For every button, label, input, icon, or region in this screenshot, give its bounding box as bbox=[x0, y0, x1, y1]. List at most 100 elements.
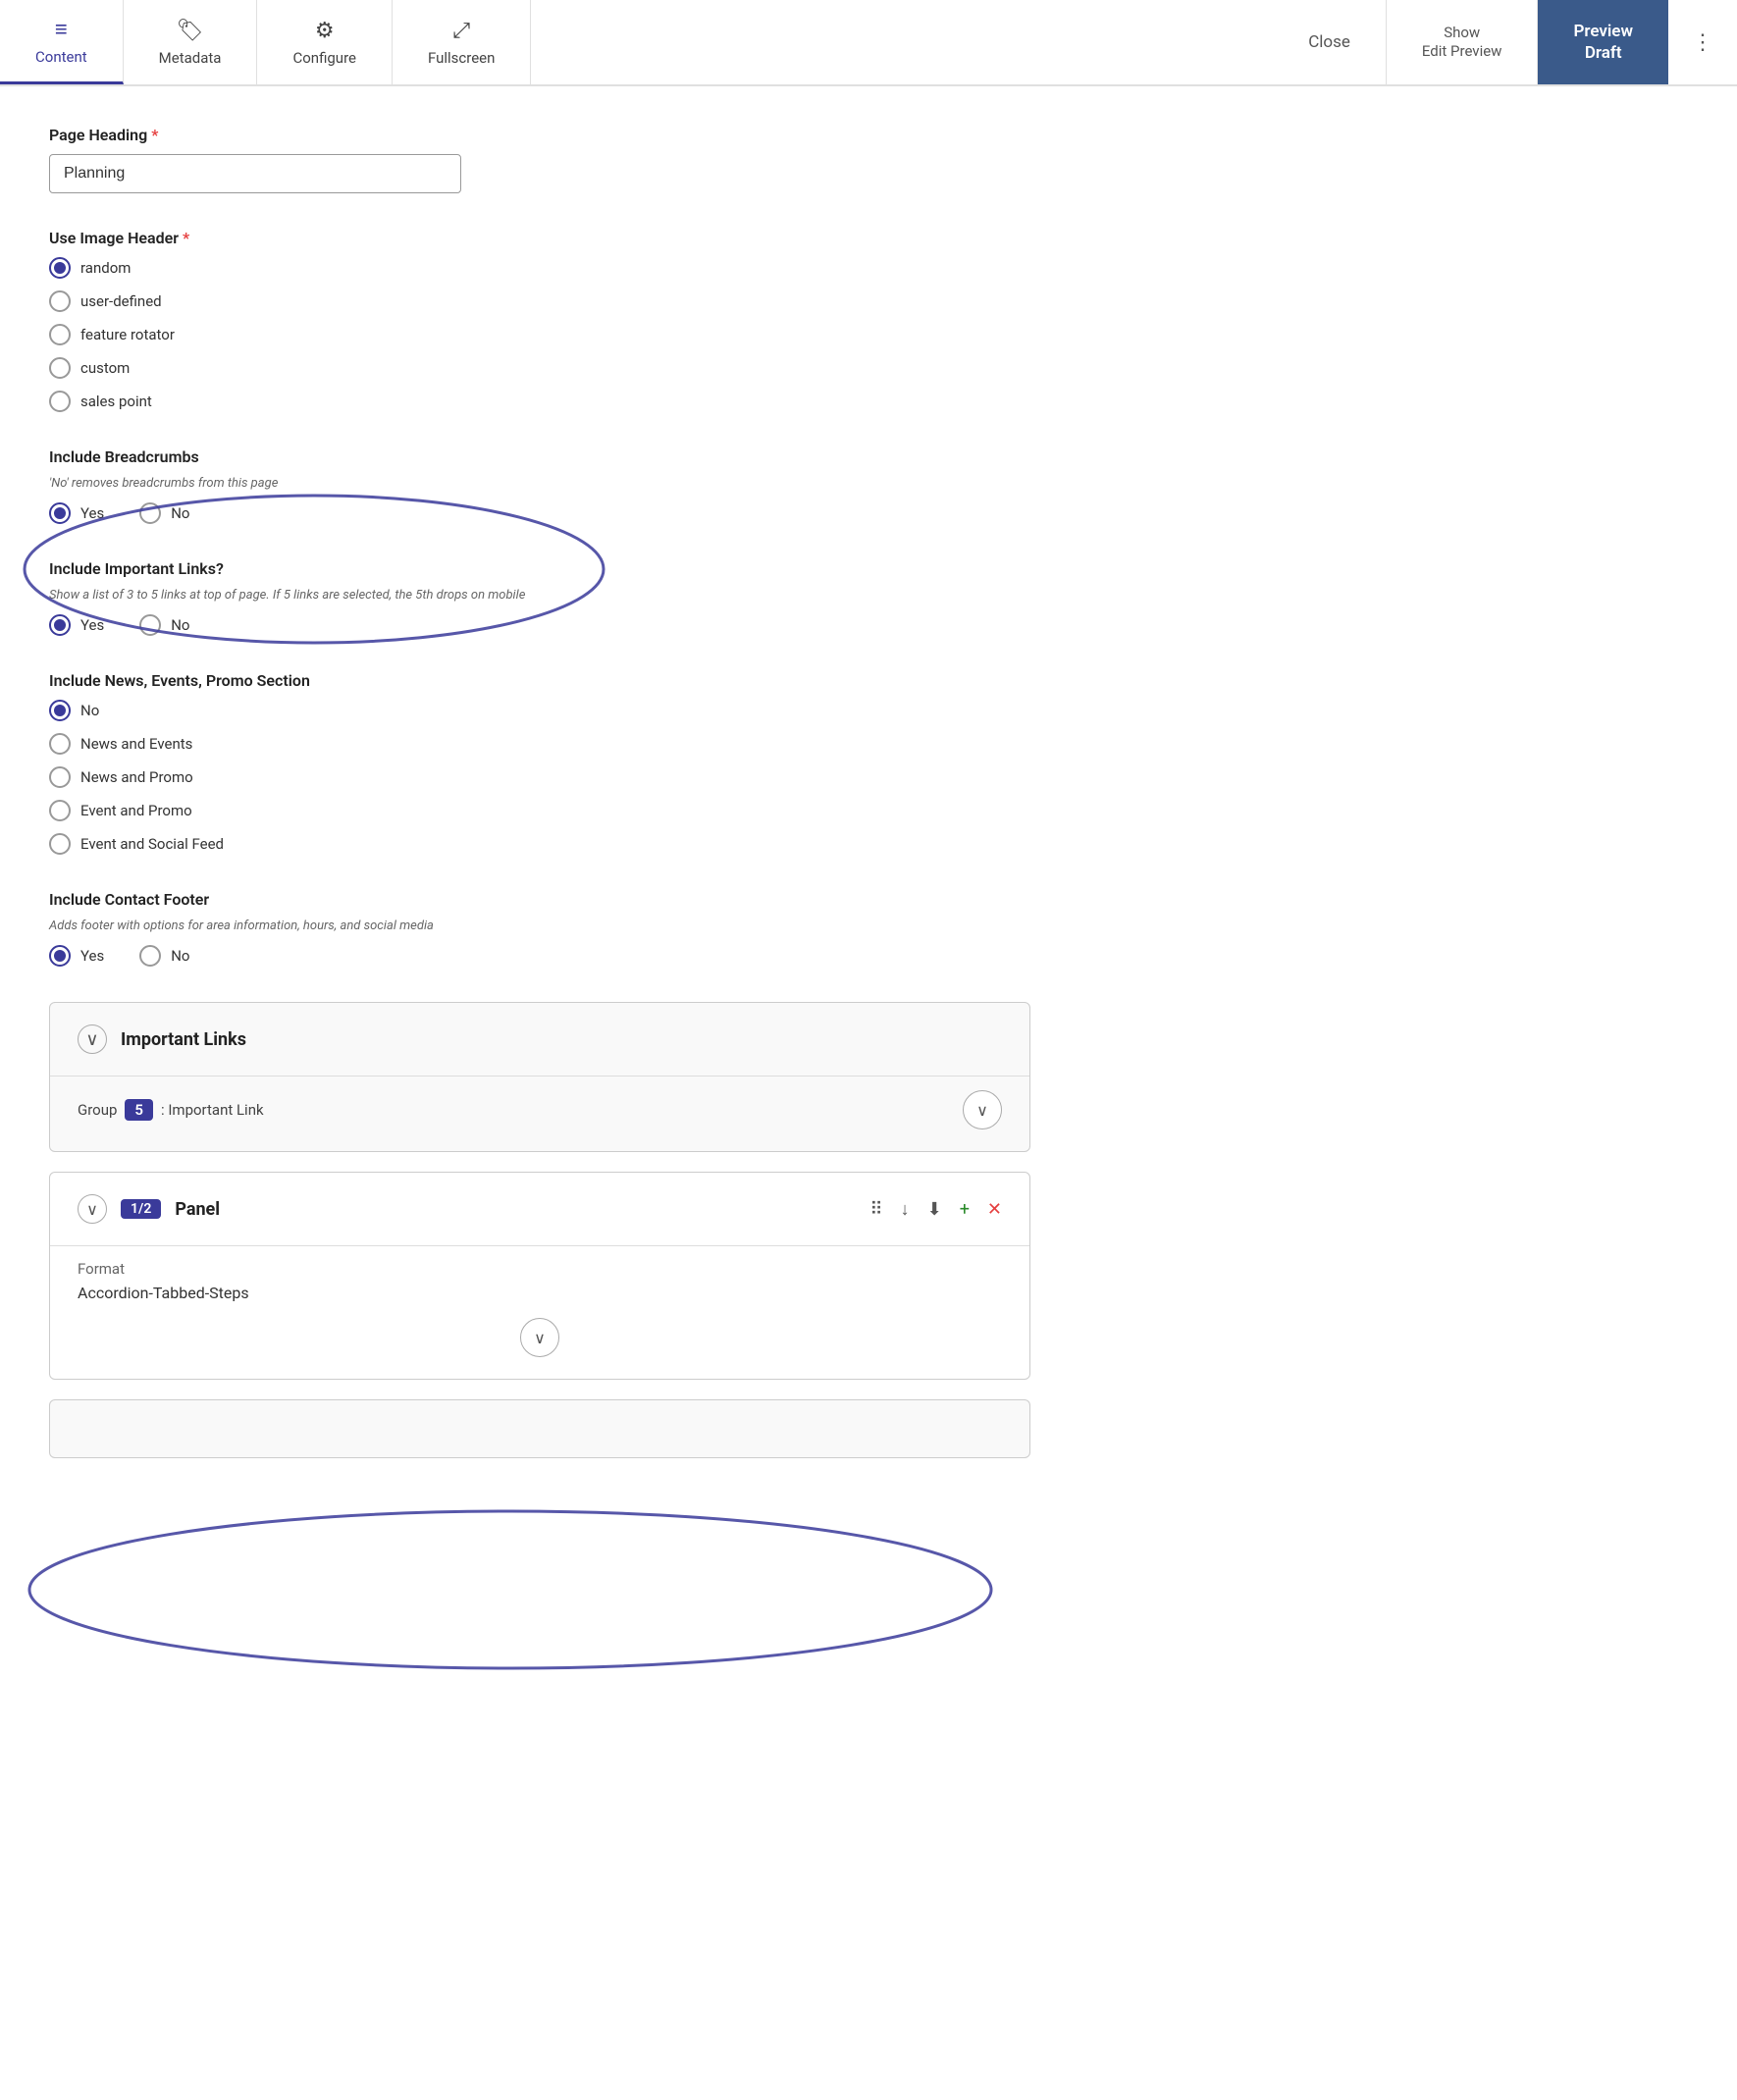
tab-metadata-label: Metadata bbox=[159, 49, 222, 67]
include-news-events-label: Include News, Events, Promo Section bbox=[49, 671, 1030, 690]
radio-news-and-promo[interactable]: News and Promo bbox=[49, 766, 1030, 788]
more-options-button[interactable]: ⋮ bbox=[1668, 0, 1737, 84]
panel-download-icon[interactable]: ⬇ bbox=[927, 1199, 942, 1220]
radio-random-circle bbox=[49, 257, 71, 279]
tab-fullscreen[interactable]: ⤢ Fullscreen bbox=[393, 0, 531, 84]
panel-title: Panel bbox=[175, 1199, 856, 1220]
radio-important-links-yes[interactable]: Yes bbox=[49, 614, 104, 636]
use-image-header-options: random user-defined feature rotator cust… bbox=[49, 257, 1030, 412]
include-important-links-label: Include Important Links? bbox=[49, 559, 1030, 578]
radio-custom-circle bbox=[49, 357, 71, 379]
radio-news-and-promo-circle bbox=[49, 766, 71, 788]
radio-news-and-events[interactable]: News and Events bbox=[49, 733, 1030, 755]
panel-chevron-icon[interactable]: ∨ bbox=[78, 1194, 107, 1224]
radio-event-and-promo-label: Event and Promo bbox=[80, 802, 192, 819]
configure-icon: ⚙ bbox=[315, 19, 335, 43]
required-marker: * bbox=[151, 126, 158, 144]
radio-event-and-promo-circle bbox=[49, 800, 71, 821]
radio-event-and-social-feed[interactable]: Event and Social Feed bbox=[49, 833, 1030, 855]
group-number-badge: 5 bbox=[125, 1099, 153, 1121]
panel-grid-icon[interactable]: ⠿ bbox=[869, 1199, 882, 1220]
radio-user-defined-circle bbox=[49, 290, 71, 312]
use-image-header-field: Use Image Header* random user-defined fe… bbox=[49, 229, 1030, 412]
group-suffix: : Important Link bbox=[161, 1101, 264, 1119]
radio-sales-point[interactable]: sales point bbox=[49, 391, 1030, 412]
include-contact-footer-sublabel: Adds footer with options for area inform… bbox=[49, 919, 1030, 933]
important-links-chevron-icon: ∨ bbox=[78, 1024, 107, 1054]
radio-contact-footer-yes-circle bbox=[49, 945, 71, 967]
include-breadcrumbs-sublabel: 'No' removes breadcrumbs from this page bbox=[49, 476, 1030, 491]
radio-breadcrumbs-yes-label: Yes bbox=[80, 504, 104, 522]
radio-feature-rotator[interactable]: feature rotator bbox=[49, 324, 1030, 345]
show-edit-preview-button[interactable]: ShowEdit Preview bbox=[1387, 0, 1539, 84]
panel-move-down-icon[interactable]: ↓ bbox=[901, 1199, 910, 1220]
radio-breadcrumbs-no-label: No bbox=[171, 504, 189, 522]
important-links-header[interactable]: ∨ Important Links bbox=[50, 1003, 1029, 1076]
tab-metadata[interactable]: 🏷 Metadata bbox=[124, 0, 258, 84]
bottom-section-block bbox=[49, 1399, 1030, 1458]
important-links-title: Important Links bbox=[121, 1029, 246, 1050]
tab-content[interactable]: ≡ Content bbox=[0, 0, 124, 84]
radio-user-defined-label: user-defined bbox=[80, 292, 162, 310]
fullscreen-icon: ⤢ bbox=[452, 19, 470, 43]
group-label: Group 5 : Important Link bbox=[78, 1099, 264, 1121]
include-breadcrumbs-options: Yes No bbox=[49, 502, 1030, 524]
tab-configure[interactable]: ⚙ Configure bbox=[257, 0, 393, 84]
radio-news-and-events-circle bbox=[49, 733, 71, 755]
radio-news-no-label: No bbox=[80, 702, 99, 719]
radio-event-and-social-feed-circle bbox=[49, 833, 71, 855]
radio-news-and-events-label: News and Events bbox=[80, 735, 192, 753]
format-value: Accordion-Tabbed-Steps bbox=[78, 1284, 1002, 1302]
important-links-expand-button[interactable]: ∨ bbox=[963, 1090, 1002, 1129]
radio-feature-rotator-circle bbox=[49, 324, 71, 345]
radio-contact-footer-no[interactable]: No bbox=[139, 945, 189, 967]
toolbar-actions: Close ShowEdit Preview Preview Draft ⋮ bbox=[1273, 0, 1737, 84]
page-wrapper: ≡ Content 🏷 Metadata ⚙ Configure ⤢ Fulls… bbox=[0, 0, 1737, 2100]
important-links-section: ∨ Important Links Group 5 : Important Li… bbox=[49, 1002, 1030, 1152]
radio-important-links-yes-circle bbox=[49, 614, 71, 636]
use-image-header-label: Use Image Header* bbox=[49, 229, 1030, 247]
radio-important-links-yes-label: Yes bbox=[80, 616, 104, 634]
panel-expand-button[interactable]: ∨ bbox=[520, 1318, 559, 1357]
radio-contact-footer-yes[interactable]: Yes bbox=[49, 945, 104, 967]
page-heading-input[interactable] bbox=[49, 154, 461, 193]
close-button[interactable]: Close bbox=[1273, 0, 1387, 84]
include-contact-footer-options: Yes No bbox=[49, 945, 1030, 967]
page-heading-field: Page Heading* bbox=[49, 126, 1030, 193]
panel-actions: ⠿ ↓ ⬇ + ✕ bbox=[869, 1199, 1002, 1220]
radio-feature-rotator-label: feature rotator bbox=[80, 326, 175, 343]
preview-draft-button[interactable]: Preview Draft bbox=[1538, 0, 1668, 84]
tab-content-label: Content bbox=[35, 48, 87, 66]
radio-sales-point-circle bbox=[49, 391, 71, 412]
toolbar-spacer bbox=[531, 0, 1273, 84]
radio-contact-footer-no-label: No bbox=[171, 947, 189, 965]
include-important-links-options: Yes No bbox=[49, 614, 1030, 636]
radio-user-defined[interactable]: user-defined bbox=[49, 290, 1030, 312]
tab-fullscreen-label: Fullscreen bbox=[428, 49, 495, 67]
toolbar: ≡ Content 🏷 Metadata ⚙ Configure ⤢ Fulls… bbox=[0, 0, 1737, 86]
panel-delete-icon[interactable]: ✕ bbox=[987, 1199, 1002, 1220]
radio-event-and-social-feed-label: Event and Social Feed bbox=[80, 835, 224, 853]
content-icon: ≡ bbox=[55, 17, 68, 42]
tab-configure-label: Configure bbox=[292, 49, 356, 67]
radio-breadcrumbs-no-circle bbox=[139, 502, 161, 524]
radio-event-and-promo[interactable]: Event and Promo bbox=[49, 800, 1030, 821]
format-label: Format bbox=[78, 1260, 1002, 1278]
important-links-body: Group 5 : Important Link ∨ bbox=[50, 1076, 1029, 1151]
radio-contact-footer-yes-label: Yes bbox=[80, 947, 104, 965]
radio-news-no[interactable]: No bbox=[49, 700, 1030, 721]
radio-important-links-no-circle bbox=[139, 614, 161, 636]
radio-random-label: random bbox=[80, 259, 131, 277]
radio-news-and-promo-label: News and Promo bbox=[80, 768, 193, 786]
panel-section: ∨ 1/2 Panel ⠿ ↓ ⬇ + ✕ Format Accordion-T… bbox=[49, 1172, 1030, 1380]
radio-custom-label: custom bbox=[80, 359, 130, 377]
panel-body: Format Accordion-Tabbed-Steps ∨ bbox=[50, 1245, 1029, 1379]
include-contact-footer-label: Include Contact Footer bbox=[49, 890, 1030, 909]
radio-important-links-no[interactable]: No bbox=[139, 614, 189, 636]
radio-random[interactable]: random bbox=[49, 257, 1030, 279]
radio-breadcrumbs-yes[interactable]: Yes bbox=[49, 502, 104, 524]
radio-breadcrumbs-no[interactable]: No bbox=[139, 502, 189, 524]
radio-custom[interactable]: custom bbox=[49, 357, 1030, 379]
panel-add-icon[interactable]: + bbox=[960, 1199, 970, 1220]
include-news-events-options: No News and Events News and Promo Event … bbox=[49, 700, 1030, 855]
